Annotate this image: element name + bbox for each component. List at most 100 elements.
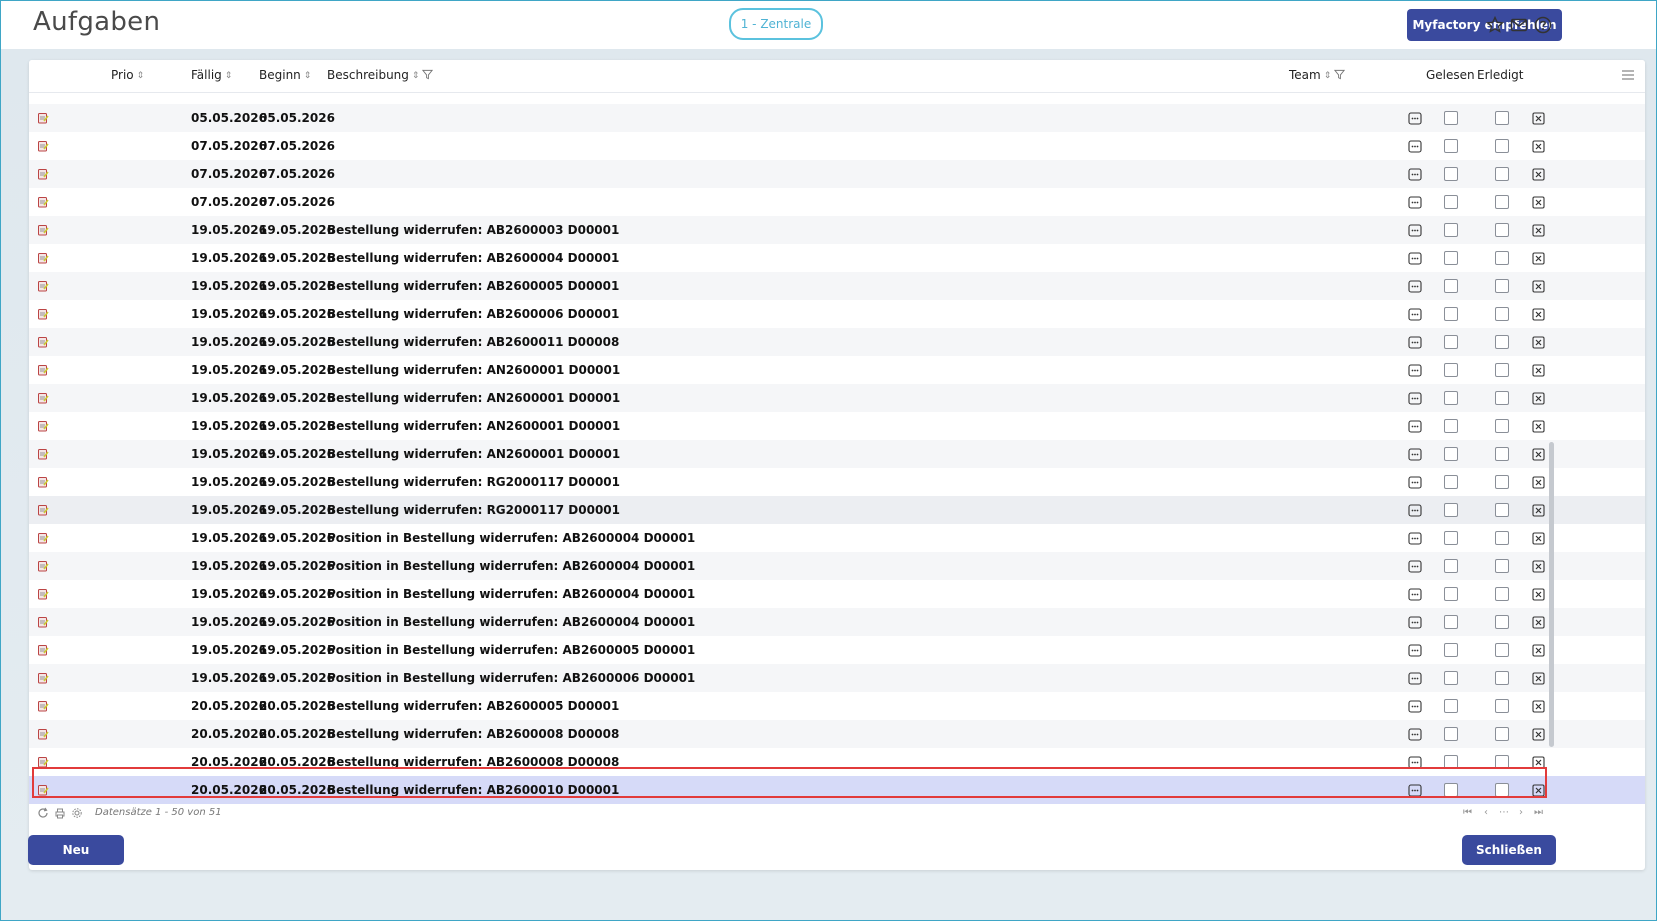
delete-icon[interactable] — [1532, 196, 1545, 209]
table-row[interactable]: 19.05.2026 19.05.2026 Position in Bestellu… — [29, 608, 1645, 636]
done-checkbox[interactable] — [1495, 195, 1509, 209]
table-row[interactable]: 19.05.2026 19.05.2026 Bestellung widerrufe… — [29, 272, 1645, 300]
sort-icon[interactable]: ⇕ — [304, 61, 312, 91]
delete-icon[interactable] — [1532, 392, 1545, 405]
done-checkbox[interactable] — [1495, 643, 1509, 657]
delete-icon[interactable] — [1532, 644, 1545, 657]
table-row[interactable]: 05.05.2026 05.05.2026 — [29, 104, 1645, 132]
read-checkbox[interactable] — [1444, 111, 1458, 125]
mail-icon[interactable] — [1509, 15, 1529, 35]
more-icon[interactable] — [1408, 476, 1422, 489]
read-checkbox[interactable] — [1444, 391, 1458, 405]
done-checkbox[interactable] — [1495, 475, 1509, 489]
more-icon[interactable] — [1408, 308, 1422, 321]
done-checkbox[interactable] — [1495, 111, 1509, 125]
delete-icon[interactable] — [1532, 224, 1545, 237]
read-checkbox[interactable] — [1444, 307, 1458, 321]
filter-icon[interactable] — [422, 61, 434, 91]
done-checkbox[interactable] — [1495, 755, 1509, 769]
delete-icon[interactable] — [1532, 504, 1545, 517]
tenant-selector[interactable]: 1 - Zentrale — [729, 8, 823, 40]
settings-icon[interactable] — [71, 807, 83, 819]
more-icon[interactable] — [1408, 560, 1422, 573]
more-icon[interactable] — [1408, 728, 1422, 741]
read-checkbox[interactable] — [1444, 755, 1458, 769]
done-checkbox[interactable] — [1495, 419, 1509, 433]
delete-icon[interactable] — [1532, 476, 1545, 489]
refresh-icon[interactable] — [37, 807, 49, 819]
table-row[interactable]: 20.05.2026 20.05.2026 Bestellung widerrufe… — [29, 692, 1645, 720]
sort-icon[interactable]: ⇕ — [225, 61, 233, 91]
delete-icon[interactable] — [1532, 420, 1545, 433]
more-icon[interactable] — [1408, 588, 1422, 601]
delete-icon[interactable] — [1532, 252, 1545, 265]
done-checkbox[interactable] — [1495, 223, 1509, 237]
table-row[interactable]: 07.05.2026 07.05.2026 — [29, 132, 1645, 160]
prev-page-icon[interactable]: ‹ — [1484, 805, 1488, 821]
done-checkbox[interactable] — [1495, 447, 1509, 461]
more-icon[interactable] — [1408, 336, 1422, 349]
read-checkbox[interactable] — [1444, 475, 1458, 489]
delete-icon[interactable] — [1532, 672, 1545, 685]
read-checkbox[interactable] — [1444, 671, 1458, 685]
more-icon[interactable] — [1408, 168, 1422, 181]
delete-icon[interactable] — [1532, 112, 1545, 125]
more-icon[interactable] — [1408, 252, 1422, 265]
read-checkbox[interactable] — [1444, 279, 1458, 293]
read-checkbox[interactable] — [1444, 503, 1458, 517]
more-icon[interactable] — [1408, 532, 1422, 545]
read-checkbox[interactable] — [1444, 223, 1458, 237]
done-checkbox[interactable] — [1495, 251, 1509, 265]
read-checkbox[interactable] — [1444, 195, 1458, 209]
delete-icon[interactable] — [1532, 616, 1545, 629]
table-row[interactable]: 19.05.2026 19.05.2026 Bestellung widerrufe… — [29, 496, 1645, 524]
last-page-icon[interactable]: ⏭ — [1534, 805, 1543, 821]
table-row[interactable]: 19.05.2026 19.05.2026 Bestellung widerrufe… — [29, 216, 1645, 244]
filter-icon[interactable] — [1334, 61, 1346, 91]
read-checkbox[interactable] — [1444, 727, 1458, 741]
table-row[interactable]: 19.05.2026 19.05.2026 Position in Bestellu… — [29, 636, 1645, 664]
column-header-gelesen[interactable]: Gelesen — [1426, 60, 1475, 92]
done-checkbox[interactable] — [1495, 167, 1509, 181]
done-checkbox[interactable] — [1495, 307, 1509, 321]
more-icon[interactable] — [1408, 616, 1422, 629]
delete-icon[interactable] — [1532, 728, 1545, 741]
sort-icon[interactable]: ⇕ — [1324, 61, 1332, 91]
vertical-scrollbar[interactable] — [1549, 442, 1554, 747]
read-checkbox[interactable] — [1444, 447, 1458, 461]
more-icon[interactable] — [1408, 112, 1422, 125]
table-row[interactable]: 19.05.2026 19.05.2026 Bestellung widerrufe… — [29, 412, 1645, 440]
column-menu-icon[interactable] — [1621, 69, 1635, 81]
more-icon[interactable] — [1408, 644, 1422, 657]
table-row[interactable]: 19.05.2026 19.05.2026 Position in Bestellu… — [29, 664, 1645, 692]
done-checkbox[interactable] — [1495, 783, 1509, 797]
read-checkbox[interactable] — [1444, 167, 1458, 181]
more-icon[interactable] — [1408, 784, 1422, 797]
table-row[interactable]: 19.05.2026 19.05.2026 Bestellung widerrufe… — [29, 244, 1645, 272]
delete-icon[interactable] — [1532, 756, 1545, 769]
column-header-erledigt[interactable]: Erledigt — [1477, 60, 1524, 92]
help-icon[interactable] — [1533, 15, 1553, 35]
table-row[interactable]: 19.05.2026 19.05.2026 Position in Bestellu… — [29, 552, 1645, 580]
table-row[interactable]: 19.05.2026 19.05.2026 Bestellung widerrufe… — [29, 300, 1645, 328]
column-header-beginn[interactable]: Beginn ⇕ — [259, 60, 311, 92]
delete-icon[interactable] — [1532, 336, 1545, 349]
done-checkbox[interactable] — [1495, 279, 1509, 293]
read-checkbox[interactable] — [1444, 531, 1458, 545]
first-page-icon[interactable]: ⏮ — [1463, 805, 1472, 821]
delete-icon[interactable] — [1532, 364, 1545, 377]
print-icon[interactable] — [54, 807, 66, 819]
delete-icon[interactable] — [1532, 168, 1545, 181]
table-row[interactable]: 19.05.2026 19.05.2026 Bestellung widerrufe… — [29, 440, 1645, 468]
delete-icon[interactable] — [1532, 448, 1545, 461]
done-checkbox[interactable] — [1495, 671, 1509, 685]
read-checkbox[interactable] — [1444, 335, 1458, 349]
more-icon[interactable] — [1408, 364, 1422, 377]
more-icon[interactable] — [1408, 392, 1422, 405]
read-checkbox[interactable] — [1444, 559, 1458, 573]
column-header-prio[interactable]: Prio ⇕ — [111, 60, 144, 92]
table-row[interactable]: 19.05.2026 19.05.2026 Bestellung widerrufe… — [29, 328, 1645, 356]
more-icon[interactable] — [1408, 504, 1422, 517]
done-checkbox[interactable] — [1495, 615, 1509, 629]
table-row[interactable]: 19.05.2026 19.05.2026 Position in Bestellu… — [29, 524, 1645, 552]
